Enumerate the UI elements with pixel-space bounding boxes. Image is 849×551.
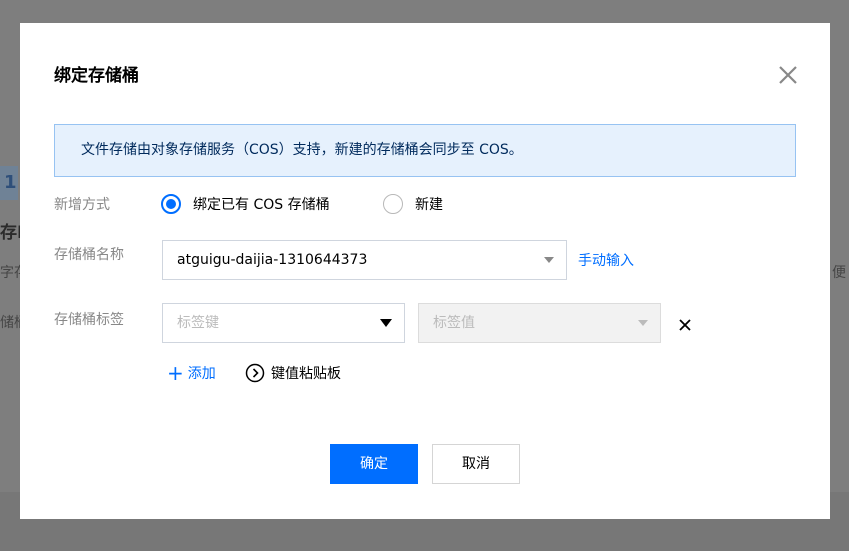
add-tag-button[interactable]: + 添加 <box>167 363 216 383</box>
radio-bind-existing-label: 绑定已有 COS 存储桶 <box>193 197 330 213</box>
chevron-down-icon <box>544 257 554 263</box>
circle-chevron-right-icon <box>245 363 265 383</box>
tag-value-select[interactable]: 标签值 <box>418 303 661 343</box>
tag-value-placeholder: 标签值 <box>433 315 475 331</box>
radio-bind-existing[interactable]: 绑定已有 COS 存储桶 <box>161 194 330 214</box>
tag-key-placeholder: 标签键 <box>177 315 219 331</box>
bucket-name-label: 存储桶名称 <box>54 247 124 263</box>
manual-input-link[interactable]: 手动输入 <box>578 250 634 270</box>
background-step-number: 1 <box>0 166 18 200</box>
bucket-tag-label: 存储桶标签 <box>54 312 124 328</box>
radio-create-new[interactable]: 新建 <box>383 194 443 214</box>
radio-checked-icon <box>161 194 181 214</box>
plus-icon: + <box>167 361 184 385</box>
chevron-down-icon <box>380 319 392 327</box>
kv-paste-label: 键值粘贴板 <box>271 366 341 382</box>
kv-paste-button[interactable]: 键值粘贴板 <box>245 363 341 383</box>
dialog-title: 绑定存储桶 <box>54 66 139 86</box>
bucket-name-select[interactable]: atguigu-daijia-1310644373 <box>162 240 567 280</box>
cancel-button[interactable]: 取消 <box>432 444 520 484</box>
add-tag-label: 添加 <box>187 366 216 382</box>
tag-key-select[interactable]: 标签键 <box>162 303 405 343</box>
remove-tag-icon[interactable] <box>678 317 692 331</box>
add-method-label: 新增方式 <box>54 197 110 213</box>
info-banner: 文件存储由对象存储服务（COS）支持，新建的存储桶会同步至 COS。 <box>54 124 796 177</box>
confirm-button[interactable]: 确定 <box>330 444 418 484</box>
bind-bucket-dialog: 绑定存储桶 文件存储由对象存储服务（COS）支持，新建的存储桶会同步至 COS。… <box>20 23 830 519</box>
close-icon[interactable] <box>776 63 800 87</box>
bucket-name-value: atguigu-daijia-1310644373 <box>177 252 368 268</box>
background-text-fragment: 便 <box>832 265 846 281</box>
chevron-down-icon <box>638 320 648 326</box>
radio-unchecked-icon <box>383 194 403 214</box>
radio-create-new-label: 新建 <box>415 197 443 213</box>
